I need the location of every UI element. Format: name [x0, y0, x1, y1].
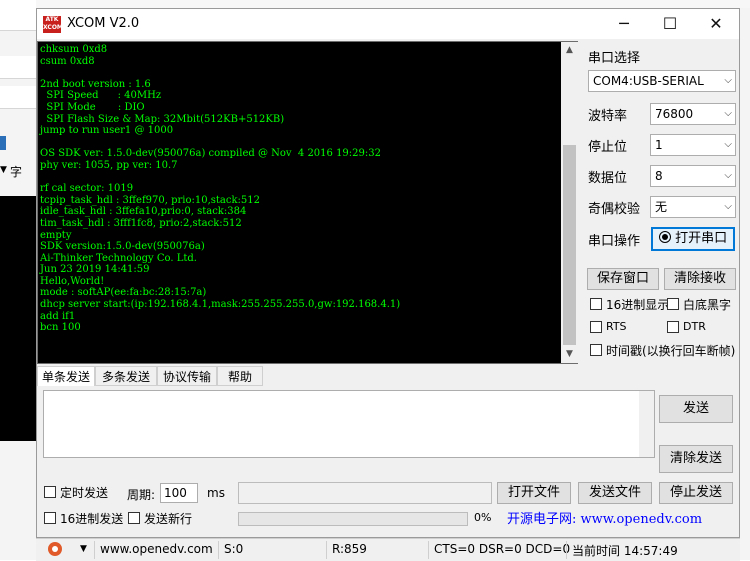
port-select-label: 串口选择 [588, 51, 641, 66]
status-dropdown-icon[interactable]: ▼ [80, 544, 87, 554]
timestamp-checkbox[interactable] [590, 344, 602, 356]
scroll-up-icon[interactable]: ▲ [561, 42, 578, 59]
terminal-output: chksum 0xd8 csum 0xd8 2nd boot version :… [40, 44, 401, 334]
data-bits-label: 数据位 [588, 171, 628, 186]
maximize-button[interactable]: ☐ [647, 9, 693, 39]
background-stripe [0, 56, 36, 79]
parity-select[interactable]: 无 ⌵ [650, 196, 736, 218]
stop-send-button[interactable]: 停止发送 [659, 482, 733, 504]
send-progress-text: 0% [474, 511, 492, 524]
baud-label: 波特率 [588, 109, 628, 124]
chevron-down-icon: ⌵ [724, 201, 732, 212]
status-sent-count: S:0 [224, 542, 244, 556]
chevron-down-icon: ⌵ [724, 170, 732, 181]
period-label: 周期: [127, 488, 156, 502]
status-separator [566, 541, 567, 559]
open-file-button[interactable]: 打开文件 [497, 482, 571, 504]
hex-send-label: 16进制发送 [60, 512, 124, 526]
open-port-label: 打开串口 [675, 231, 728, 246]
status-bar: ▼ www.openedv.com S:0 R:859 CTS=0 DSR=0 … [36, 538, 740, 561]
background-window-right [740, 8, 750, 560]
background-dark-panel [0, 196, 36, 441]
baud-value: 76800 [655, 107, 694, 121]
background-blue-marker [0, 136, 6, 150]
baud-select[interactable]: 76800 ⌵ [650, 103, 736, 125]
chevron-down-icon: ⌵ [724, 75, 732, 86]
openedv-website-link[interactable]: 开源电子网: www.openedv.com [507, 508, 702, 527]
background-stripe [0, 0, 36, 31]
scroll-down-icon[interactable]: ▼ [561, 346, 578, 363]
status-url[interactable]: www.openedv.com [100, 542, 213, 556]
timed-send-checkbox[interactable] [44, 486, 56, 498]
port-select[interactable]: COM4:USB-SERIAL ⌵ [588, 70, 736, 92]
stop-bits-label: 停止位 [588, 140, 628, 155]
white-black-checkbox[interactable] [667, 298, 679, 310]
clear-receive-button[interactable]: 清除接收 [664, 268, 736, 290]
timed-send-label: 定时发送 [60, 486, 109, 500]
rts-checkbox[interactable] [590, 321, 602, 333]
period-input[interactable]: 100 [160, 483, 198, 503]
clear-send-button[interactable]: 清除发送 [659, 445, 733, 473]
stop-bits-select[interactable]: 1 ⌵ [650, 134, 736, 156]
parity-label: 奇偶校验 [588, 202, 641, 217]
status-signals: CTS=0 DSR=0 DCD=0 [434, 542, 571, 556]
background-window-left: ▼ 字 [0, 0, 36, 560]
hex-send-checkbox[interactable] [44, 512, 56, 524]
send-file-button[interactable]: 发送文件 [578, 482, 652, 504]
white-black-label: 白底黑字 [683, 298, 732, 312]
open-port-button[interactable]: 打开串口 [651, 227, 735, 251]
status-received-count: R:859 [332, 542, 367, 556]
minimize-button[interactable]: ─ [601, 9, 647, 39]
send-button[interactable]: 发送 [659, 395, 733, 423]
send-newline-checkbox[interactable] [128, 512, 140, 524]
timestamp-label: 时间戳(以换行回车断帧) [606, 344, 736, 358]
data-bits-select[interactable]: 8 ⌵ [650, 165, 736, 187]
chevron-down-icon: ⌵ [724, 108, 732, 119]
app-logo-icon: ATK XCOM [43, 16, 63, 33]
port-operation-label: 串口操作 [588, 234, 641, 249]
tab-single-send[interactable]: 单条发送 [37, 366, 95, 386]
hex-display-checkbox[interactable] [590, 298, 602, 310]
receive-terminal[interactable]: chksum 0xd8 csum 0xd8 2nd boot version :… [37, 41, 578, 364]
background-tab-label: 字 [10, 165, 23, 179]
dtr-checkbox[interactable] [667, 321, 679, 333]
window-title: XCOM V2.0 [67, 16, 140, 31]
status-separator [326, 541, 327, 559]
background-dropdown-arrow-icon: ▼ [0, 165, 7, 175]
tab-multi-send[interactable]: 多条发送 [95, 366, 157, 386]
file-path-field [238, 482, 492, 504]
close-button[interactable]: ✕ [693, 9, 739, 39]
status-separator [218, 541, 219, 559]
port-status-radio-icon [658, 231, 671, 243]
status-time: 当前时间 14:57:49 [572, 544, 678, 558]
record-icon[interactable] [48, 542, 62, 556]
hex-display-label: 16进制显示 [606, 298, 670, 312]
status-separator [94, 541, 95, 559]
tab-protocol[interactable]: 协议传输 [157, 366, 217, 386]
period-unit: ms [207, 486, 225, 500]
status-separator [428, 541, 429, 559]
chevron-down-icon: ⌵ [724, 139, 732, 150]
terminal-scrollbar[interactable]: ▲ ▼ [561, 42, 578, 363]
data-bits-value: 8 [655, 169, 663, 183]
send-scrollbar[interactable] [639, 391, 654, 457]
send-textarea[interactable] [43, 390, 655, 458]
scrollbar-thumb[interactable] [563, 145, 576, 345]
parity-value: 无 [655, 200, 668, 214]
tab-help[interactable]: 帮助 [217, 366, 263, 386]
send-progress-bar [238, 512, 468, 526]
rts-label: RTS [606, 320, 627, 333]
dtr-label: DTR [683, 320, 706, 333]
send-newline-label: 发送新行 [144, 512, 193, 526]
save-window-button[interactable]: 保存窗口 [587, 268, 659, 290]
port-select-value: COM4:USB-SERIAL [593, 74, 704, 88]
stop-bits-value: 1 [655, 138, 663, 152]
xcom-window: ATK XCOM XCOM V2.0 ─ ☐ ✕ chksum 0xd8 csu… [36, 8, 740, 538]
background-stripe [0, 86, 36, 109]
title-bar[interactable]: ATK XCOM XCOM V2.0 ─ ☐ ✕ [37, 9, 739, 39]
